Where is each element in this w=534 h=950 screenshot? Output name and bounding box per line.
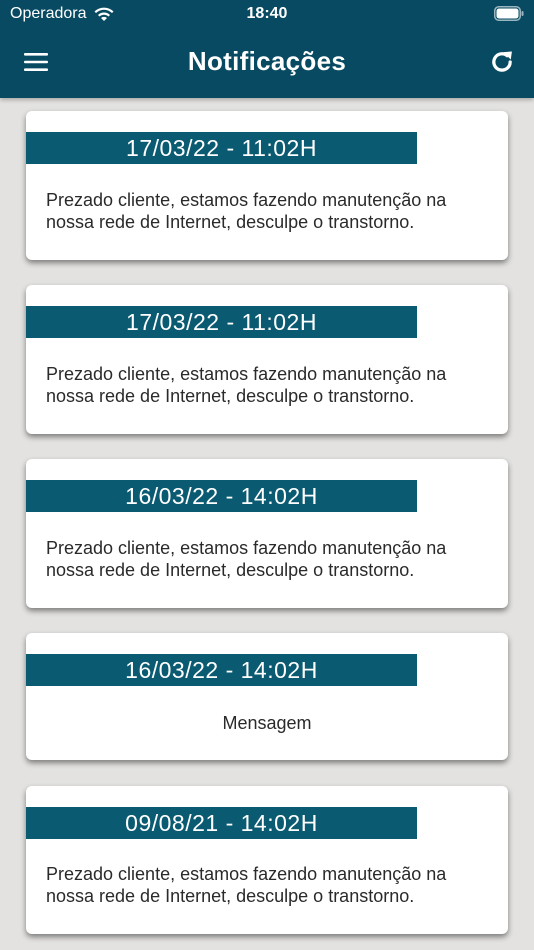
notification-date: 17/03/22 - 11:02H: [26, 306, 417, 338]
notification-date: 17/03/22 - 11:02H: [26, 132, 417, 164]
notification-message: Prezado cliente, estamos fazendo manuten…: [46, 190, 447, 232]
status-bar: Operadora 18:40: [0, 0, 534, 28]
notification-date: 16/03/22 - 14:02H: [26, 480, 417, 512]
battery-icon: [494, 6, 524, 21]
notification-message: Prezado cliente, estamos fazendo manuten…: [46, 864, 447, 906]
notification-card[interactable]: 16/03/22 - 14:02H Mensagem: [26, 633, 508, 760]
status-time: 18:40: [246, 5, 288, 22]
notification-date: 09/08/21 - 14:02H: [26, 807, 417, 839]
notification-card[interactable]: 09/08/21 - 14:02H Prezado cliente, estam…: [26, 786, 508, 934]
notification-card[interactable]: 17/03/22 - 11:02H Prezado cliente, estam…: [26, 285, 508, 434]
app-header: Operadora 18:40 Notificações: [0, 0, 534, 98]
notification-card[interactable]: 16/03/22 - 14:02H Prezado cliente, estam…: [26, 459, 508, 608]
notification-date: 16/03/22 - 14:02H: [26, 654, 417, 686]
notification-message: Prezado cliente, estamos fazendo manuten…: [46, 364, 447, 406]
notification-message: Prezado cliente, estamos fazendo manuten…: [46, 538, 447, 580]
notification-message: Mensagem: [222, 713, 312, 733]
refresh-icon[interactable]: [488, 48, 516, 76]
page-title: Notificações: [187, 46, 347, 76]
notification-card[interactable]: 17/03/22 - 11:02H Prezado cliente, estam…: [26, 111, 508, 260]
